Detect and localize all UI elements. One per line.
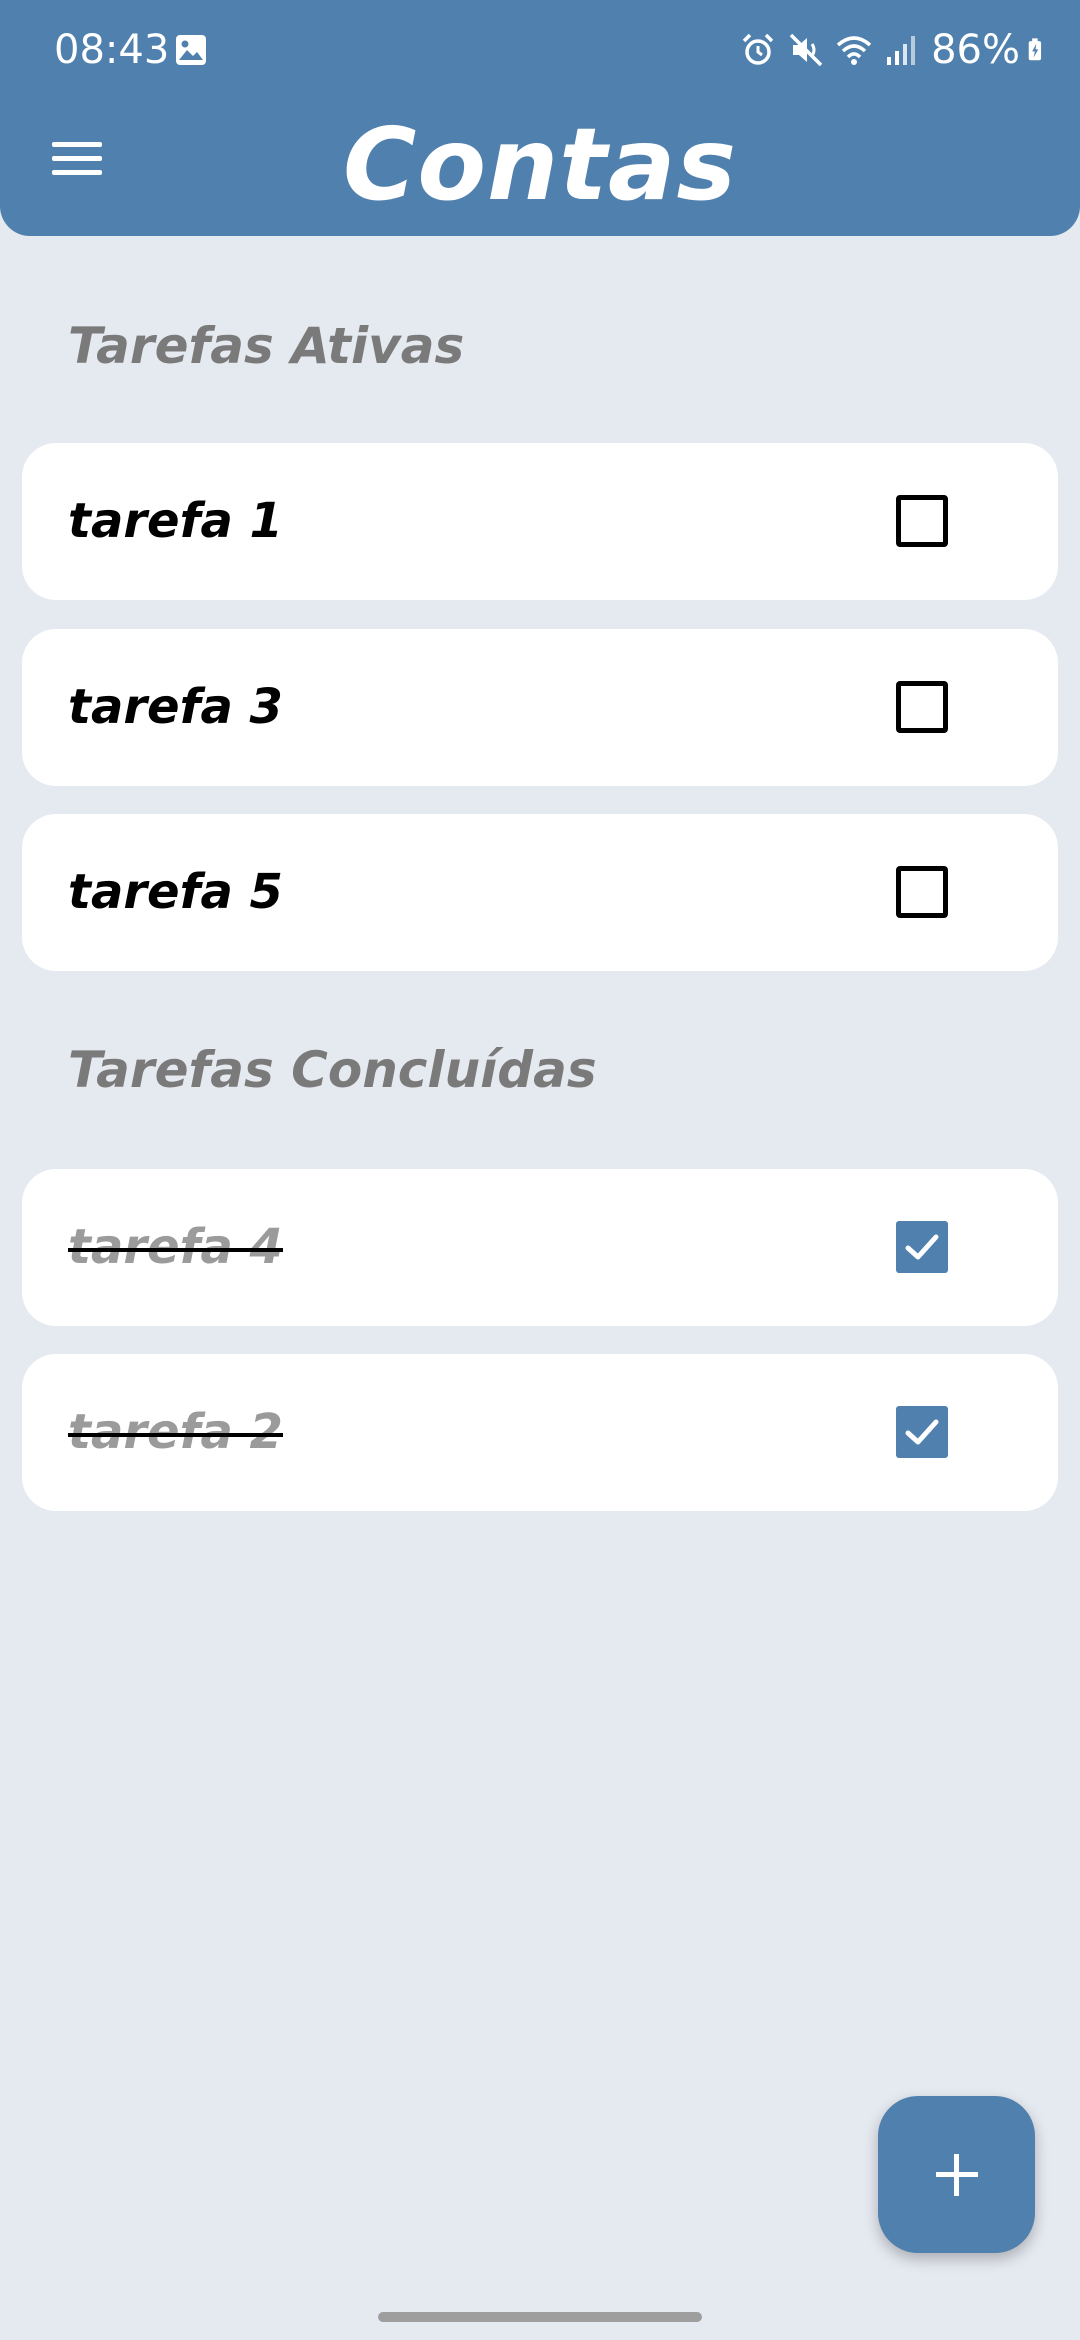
signal-icon bbox=[887, 36, 916, 65]
completed-tasks-heading: Tarefas Concluídas bbox=[68, 1041, 597, 1099]
task-checkbox[interactable] bbox=[896, 866, 948, 918]
task-checkbox-checked[interactable] bbox=[896, 1221, 948, 1273]
task-card[interactable]: tarefa 1 bbox=[22, 443, 1058, 600]
home-indicator[interactable] bbox=[378, 2312, 702, 2322]
battery-level: 86% bbox=[931, 27, 1020, 73]
completed-task-text: tarefa 4 bbox=[68, 1219, 283, 1275]
strikethrough-line bbox=[68, 1433, 283, 1437]
alarm-icon bbox=[742, 33, 774, 65]
completed-task-label: tarefa 4 bbox=[68, 1169, 283, 1326]
status-time: 08:43 bbox=[54, 27, 170, 73]
mute-icon bbox=[789, 33, 823, 67]
status-icons: 86% bbox=[739, 24, 1052, 76]
task-checkbox[interactable] bbox=[896, 681, 948, 733]
wifi-icon bbox=[836, 36, 872, 65]
task-label: tarefa 3 bbox=[68, 679, 283, 735]
active-tasks-heading: Tarefas Ativas bbox=[68, 317, 465, 375]
completed-task-card[interactable]: tarefa 2 bbox=[22, 1354, 1058, 1511]
task-checkbox[interactable] bbox=[896, 495, 948, 547]
task-checkbox-checked[interactable] bbox=[896, 1406, 948, 1458]
checkmark-icon bbox=[905, 1234, 939, 1260]
completed-task-text: tarefa 2 bbox=[68, 1404, 283, 1460]
task-label: tarefa 5 bbox=[68, 864, 283, 920]
gallery-icon bbox=[176, 35, 206, 65]
strikethrough-line bbox=[68, 1248, 283, 1252]
task-card[interactable]: tarefa 5 bbox=[22, 814, 1058, 971]
status-bar: 08:43 86% bbox=[0, 0, 1080, 100]
completed-task-card[interactable]: tarefa 4 bbox=[22, 1169, 1058, 1326]
add-task-button[interactable] bbox=[878, 2096, 1035, 2253]
plus-icon bbox=[936, 2154, 978, 2196]
app-header: 08:43 86% Contas bbox=[0, 0, 1080, 236]
page-title: Contas bbox=[342, 106, 738, 223]
battery-charging-icon bbox=[1028, 38, 1042, 61]
completed-task-label: tarefa 2 bbox=[68, 1354, 283, 1511]
checkmark-icon bbox=[905, 1419, 939, 1445]
task-card[interactable]: tarefa 3 bbox=[22, 629, 1058, 786]
task-label: tarefa 1 bbox=[68, 493, 283, 549]
